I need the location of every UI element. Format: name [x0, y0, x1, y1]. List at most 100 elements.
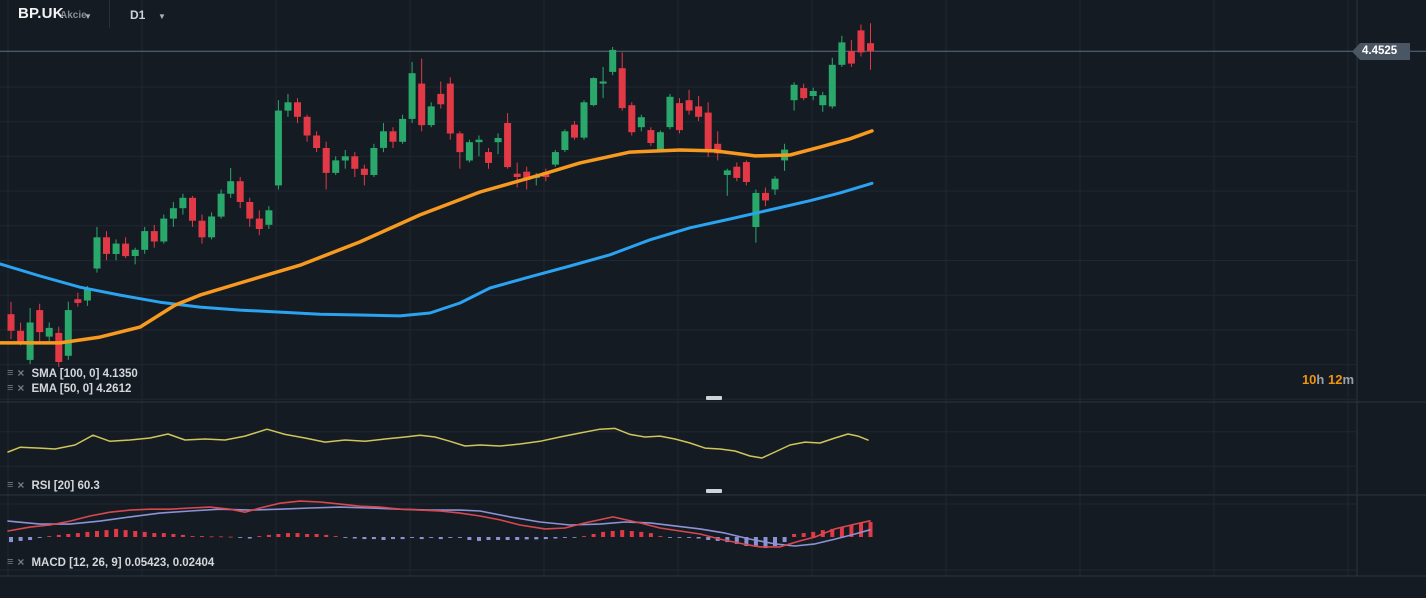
candle-body	[809, 91, 817, 96]
candle-body	[599, 81, 607, 84]
candle-body	[561, 131, 569, 150]
panel-resize-handle[interactable]	[706, 396, 722, 400]
candle-body	[160, 218, 168, 242]
candle-body	[800, 88, 808, 99]
macd-histogram-bar	[286, 533, 290, 537]
macd-histogram-bar	[85, 531, 90, 537]
candle-body	[867, 43, 874, 52]
candle-body	[485, 152, 492, 163]
candle-body	[847, 51, 855, 64]
macd-histogram-bar	[429, 537, 434, 538]
candle-body	[93, 237, 101, 269]
indicator-remove-icon[interactable]: ×	[17, 556, 24, 568]
macd-histogram-bar	[553, 537, 558, 539]
price-axis[interactable]: 4.36674.28324.19974.11624.03283.94933.86…	[1357, 0, 1426, 576]
candle-body	[198, 220, 206, 238]
candle-body	[236, 181, 244, 202]
candle-body	[742, 162, 750, 182]
candle-body	[427, 106, 435, 126]
countdown-hours: 10	[1301, 372, 1317, 387]
macd-histogram-bar	[305, 534, 310, 537]
candle-body	[246, 202, 254, 219]
macd-histogram-bar	[677, 537, 682, 538]
candle-body	[208, 216, 216, 238]
sma-legend-label: SMA [100, 0] 4.1350	[31, 367, 138, 380]
candle-body	[733, 166, 741, 178]
candle-body	[857, 30, 865, 53]
macd-histogram-bar	[505, 537, 510, 540]
macd-histogram-bar	[515, 537, 520, 540]
candle-body	[322, 148, 330, 173]
candle-body	[628, 105, 636, 133]
indicator-remove-icon[interactable]: ×	[17, 367, 24, 379]
candle-body	[580, 102, 588, 138]
candle-body	[418, 83, 426, 126]
candle-body	[723, 170, 731, 175]
countdown-minutes-unit: m	[1342, 372, 1354, 387]
macd-histogram-bar	[419, 537, 424, 540]
macd-histogram-bar	[391, 537, 395, 540]
candle-body	[150, 231, 158, 242]
candle-body	[676, 103, 683, 131]
macd-histogram-bar	[782, 537, 787, 543]
candle-body	[332, 160, 340, 173]
macd-histogram-bar	[582, 536, 586, 537]
macd-histogram-bar	[9, 537, 13, 543]
macd-histogram-bar	[66, 534, 71, 537]
macd-histogram-bar	[314, 534, 319, 537]
macd-histogram-bar	[133, 531, 138, 537]
macd-histogram-bar	[247, 537, 252, 539]
instrument-type-label: Akcie	[60, 10, 87, 21]
macd-histogram-bar	[257, 536, 262, 537]
indicator-settings-icon[interactable]: ≡	[7, 480, 13, 491]
macd-histogram-bar	[371, 537, 376, 540]
candle-body	[666, 96, 674, 128]
macd-histogram-bar	[75, 533, 80, 537]
candle-body	[771, 178, 779, 190]
macd-histogram-bar	[47, 536, 52, 537]
indicator-settings-icon[interactable]: ≡	[7, 557, 13, 568]
macd-histogram-bar	[219, 536, 224, 538]
candle-body	[618, 68, 626, 109]
indicator-remove-icon[interactable]: ×	[17, 382, 24, 394]
chevron-down-icon[interactable]: ▼	[84, 12, 92, 21]
macd-histogram-bar	[639, 531, 644, 537]
candle-body	[571, 124, 578, 138]
trading-platform-window: BP.UK Akcie ▼ D1 ▼ ≡ × SMA [100, 0] 4.13…	[0, 0, 1426, 598]
candle-body	[551, 152, 559, 165]
macd-histogram-bar	[696, 537, 701, 539]
indicator-settings-icon[interactable]: ≡	[7, 368, 13, 379]
macd-histogram-bar	[104, 530, 109, 537]
macd-histogram-bar	[362, 537, 367, 540]
panel-resize-handle[interactable]	[706, 489, 722, 493]
macd-histogram-bar	[343, 537, 348, 538]
candle-body	[36, 310, 44, 333]
macd-histogram-bar	[601, 531, 606, 537]
macd-histogram-bar	[171, 534, 176, 537]
macd-histogram-bar	[648, 533, 653, 537]
ema-legend: ≡ × EMA [50, 0] 4.2612	[7, 382, 131, 395]
countdown-minutes: 12	[1327, 372, 1343, 387]
chart-canvas[interactable]	[0, 0, 1426, 598]
macd-histogram-bar	[381, 537, 386, 540]
macd-histogram-bar	[400, 537, 405, 540]
candle-body	[169, 208, 177, 219]
candle-body	[217, 193, 225, 217]
macd-histogram-bar	[486, 537, 491, 540]
macd-histogram-bar	[572, 537, 577, 538]
macd-histogram-bar	[28, 537, 33, 540]
macd-histogram-bar	[438, 537, 443, 540]
candle-body	[647, 130, 655, 143]
candle-body	[446, 83, 454, 134]
candle-body	[752, 192, 760, 227]
symbol-selector[interactable]: BP.UK	[18, 5, 64, 22]
candle-body	[656, 132, 664, 151]
timeframe-selector[interactable]: D1	[130, 8, 145, 22]
candle-body	[303, 116, 311, 136]
candle-body	[265, 210, 273, 225]
macd-histogram-bar	[228, 536, 233, 538]
time-axis[interactable]: 30.06.202518.07.202507.08.202528.08.2025…	[0, 577, 1426, 598]
indicator-remove-icon[interactable]: ×	[17, 479, 24, 491]
chevron-down-icon[interactable]: ▼	[158, 12, 166, 21]
indicator-settings-icon[interactable]: ≡	[7, 383, 13, 394]
